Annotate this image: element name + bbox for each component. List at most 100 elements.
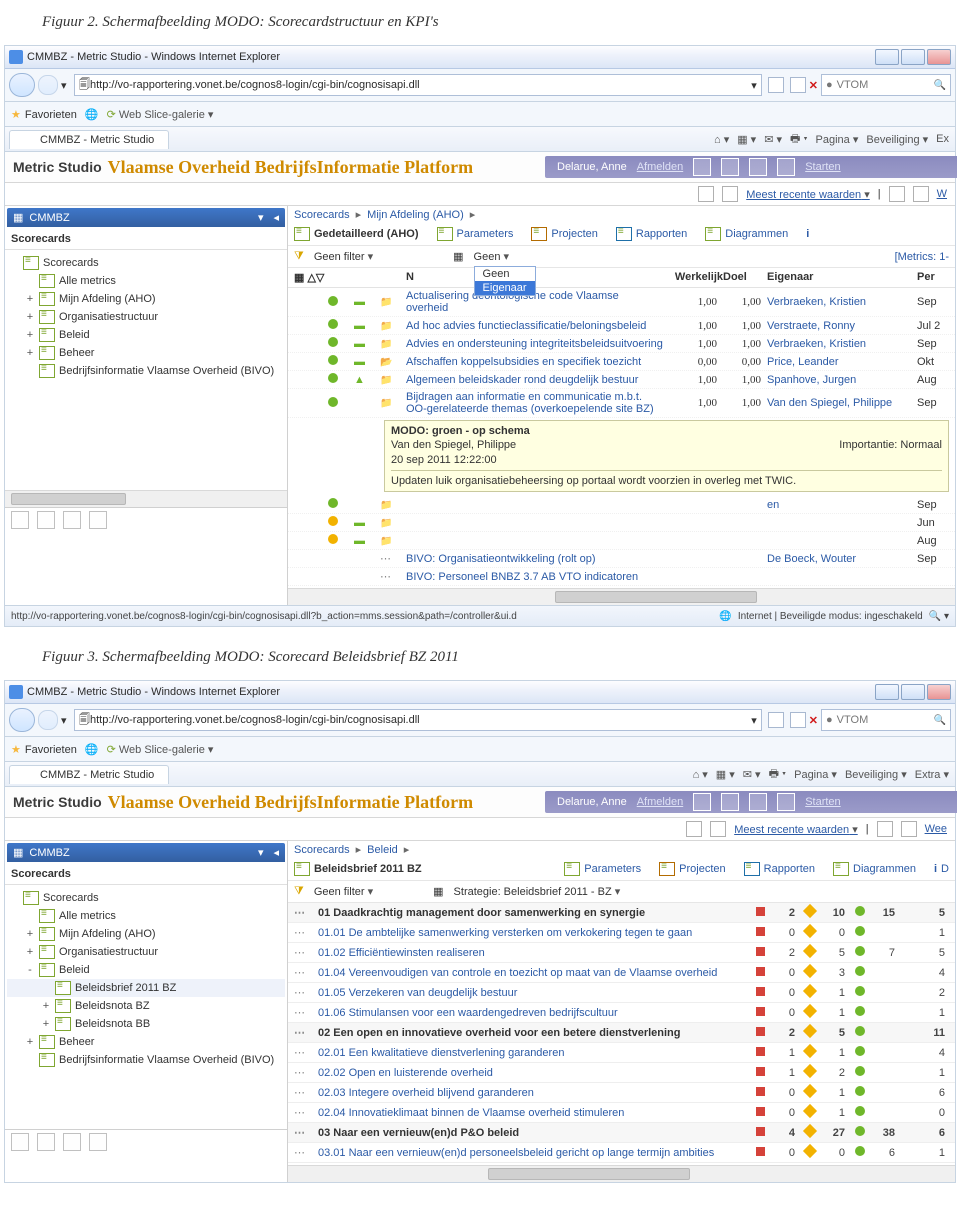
nav-forward-button[interactable] bbox=[38, 75, 58, 95]
metric-name[interactable]: Ad hoc advies functieclassificatie/belon… bbox=[406, 320, 663, 332]
print-button[interactable]: 🖶 bbox=[790, 130, 808, 149]
calendar-icon[interactable] bbox=[710, 821, 726, 837]
metric-owner[interactable]: Verbraeken, Kristien bbox=[767, 296, 917, 308]
recent-values-dropdown[interactable]: Meest recente waarden bbox=[734, 823, 858, 836]
nav-back-button[interactable] bbox=[9, 708, 35, 732]
tree-node[interactable]: Bedrijfsinformatie Vlaamse Overheid (BIV… bbox=[7, 362, 285, 380]
metric-owner[interactable]: De Boeck, Wouter bbox=[767, 553, 917, 565]
grid-h-scrollbar[interactable] bbox=[288, 588, 955, 605]
close-button[interactable] bbox=[927, 49, 951, 65]
page-menu[interactable]: Pagina bbox=[794, 768, 837, 781]
package-dropdown-icon[interactable] bbox=[258, 211, 264, 224]
tab-projecten[interactable]: Projecten bbox=[659, 862, 725, 876]
package-dropdown-icon[interactable] bbox=[258, 846, 264, 859]
tree-node[interactable]: +Beleid bbox=[7, 326, 285, 344]
tree-node[interactable]: +Organisatiestructuur bbox=[7, 308, 285, 326]
tree-node[interactable]: Scorecards bbox=[7, 254, 285, 272]
tab-diagrammen[interactable]: Diagrammen bbox=[833, 862, 916, 876]
metric-name[interactable]: Algemeen beleidskader rond deugdelijk be… bbox=[406, 374, 663, 386]
safety-menu[interactable]: Beveiliging bbox=[845, 768, 907, 781]
row-menu-icon[interactable] bbox=[294, 1146, 318, 1159]
web-slice-gallery[interactable]: Web Slice-galerie ▾ bbox=[107, 108, 214, 121]
logoff-link[interactable]: Afmelden bbox=[637, 161, 683, 173]
mail-button[interactable]: ✉ bbox=[743, 768, 761, 781]
search-box[interactable]: ● VTOM bbox=[821, 74, 951, 96]
dropdown-option-eigenaar[interactable]: Eigenaar bbox=[475, 281, 535, 295]
metric-row[interactable]: Actualisering deontologische code Vlaams… bbox=[288, 288, 955, 317]
export-icon[interactable] bbox=[901, 821, 917, 837]
scorecard-row[interactable]: 02.04 Innovatieklimaat binnen de Vlaamse… bbox=[288, 1103, 955, 1123]
tab-parameters[interactable]: Parameters bbox=[564, 862, 641, 876]
col-per[interactable]: Per bbox=[917, 271, 949, 284]
metric-row[interactable]: BIVO: Organisatieontwikkeling (rolt op) D… bbox=[288, 550, 955, 568]
col-doel[interactable]: Doel bbox=[723, 271, 767, 284]
strategy-dropdown[interactable]: Strategie: Beleidsbrief 2011 - BZ bbox=[454, 885, 621, 898]
crumb-afdeling[interactable]: Mijn Afdeling (AHO) bbox=[367, 209, 464, 221]
metric-owner[interactable]: Spanhove, Jurgen bbox=[767, 374, 917, 386]
start-link[interactable]: Starten bbox=[805, 161, 840, 173]
metric-name[interactable]: Advies en ondersteuning integriteitsbele… bbox=[406, 338, 663, 350]
extra-menu[interactable]: Extra bbox=[915, 768, 949, 781]
crumb-beleid[interactable]: Beleid bbox=[367, 844, 398, 856]
collapse-icon[interactable]: ◂ bbox=[273, 846, 279, 859]
row-name[interactable]: 02 Een open en innovatieve overheid voor… bbox=[318, 1027, 749, 1039]
metric-row[interactable]: Afschaffen koppelsubsidies en specifiek … bbox=[288, 353, 955, 371]
favorites-button[interactable]: Favorieten bbox=[11, 108, 77, 121]
row-menu-icon[interactable] bbox=[294, 1006, 318, 1019]
row-menu-icon[interactable] bbox=[294, 946, 318, 959]
home-icon[interactable] bbox=[721, 793, 739, 811]
grid-h-scrollbar[interactable] bbox=[288, 1165, 955, 1182]
row-name[interactable]: 01.01 De ambtelijke samenwerking verster… bbox=[318, 927, 749, 939]
tree-node[interactable]: +Beheer bbox=[7, 344, 285, 362]
row-menu-icon[interactable] bbox=[294, 1086, 318, 1099]
expand-icon[interactable]: + bbox=[25, 928, 35, 940]
col-eigenaar[interactable]: Eigenaar bbox=[767, 271, 917, 284]
metric-name[interactable]: BIVO: Organisatieontwikkeling (rolt op) bbox=[406, 553, 663, 565]
metric-name[interactable]: BIVO: Personeel BNBZ 3.7 AB VTO indicato… bbox=[406, 571, 663, 583]
maximize-button[interactable] bbox=[901, 684, 925, 700]
nav-forward-button[interactable] bbox=[38, 710, 58, 730]
row-name[interactable]: 01.02 Efficiëntiewinsten realiseren bbox=[318, 947, 749, 959]
tool-icon-3[interactable] bbox=[63, 511, 81, 529]
refresh-icon[interactable] bbox=[749, 793, 767, 811]
extra-menu-trunc[interactable]: Ex bbox=[936, 133, 949, 145]
tree-node[interactable]: +Beheer bbox=[7, 1033, 285, 1051]
expand-icon[interactable]: + bbox=[25, 347, 35, 359]
stop-icon[interactable]: ✕ bbox=[809, 79, 818, 92]
help-icon[interactable] bbox=[777, 158, 795, 176]
tool-icon-4[interactable] bbox=[89, 1133, 107, 1151]
metric-row[interactable]: Advies en ondersteuning integriteitsbele… bbox=[288, 335, 955, 353]
row-menu-icon[interactable] bbox=[294, 926, 318, 939]
search-icon[interactable] bbox=[693, 158, 711, 176]
mail-button[interactable]: ✉ bbox=[764, 133, 782, 146]
scorecard-row[interactable]: 02.01 Een kwalitatieve dienstverlening g… bbox=[288, 1043, 955, 1063]
tab-info[interactable]: iD bbox=[934, 863, 949, 875]
row-name[interactable]: 01.05 Verzekeren van deugdelijk bestuur bbox=[318, 987, 749, 999]
nav-history-dropdown[interactable]: ▾ bbox=[61, 79, 71, 92]
tree-node[interactable]: -Beleid bbox=[7, 961, 285, 979]
tree-node[interactable]: +Beleidsnota BZ bbox=[7, 997, 285, 1015]
help-icon[interactable] bbox=[777, 793, 795, 811]
refresh-icon[interactable] bbox=[790, 712, 806, 728]
view-link[interactable]: W bbox=[937, 188, 947, 200]
tool-icon-4[interactable] bbox=[89, 511, 107, 529]
tree-node[interactable]: Alle metrics bbox=[7, 272, 285, 290]
scorecard-section-row[interactable]: 03 Naar een vernieuw(en)d P&O beleid4273… bbox=[288, 1123, 955, 1143]
search-icon[interactable] bbox=[934, 79, 946, 91]
tree-node[interactable]: +Mijn Afdeling (AHO) bbox=[7, 290, 285, 308]
safety-menu[interactable]: Beveiliging bbox=[866, 133, 928, 146]
start-link[interactable]: Starten bbox=[805, 796, 840, 808]
row-name[interactable]: 01.04 Vereenvoudigen van controle en toe… bbox=[318, 967, 749, 979]
export-icon[interactable] bbox=[913, 186, 929, 202]
metric-row[interactable]: Aug bbox=[288, 532, 955, 550]
search-box[interactable]: ● VTOM bbox=[821, 709, 951, 731]
funnel-icon[interactable] bbox=[294, 885, 304, 898]
tool-icon-2[interactable] bbox=[37, 1133, 55, 1151]
row-name[interactable]: 01 Daadkrachtig management door samenwer… bbox=[318, 907, 749, 919]
crumb-scorecards[interactable]: Scorecards bbox=[294, 209, 350, 221]
dropdown-option-geen[interactable]: Geen bbox=[475, 267, 535, 281]
metric-owner[interactable]: en bbox=[767, 499, 917, 511]
browser-tab[interactable]: CMMBZ - Metric Studio bbox=[9, 765, 169, 784]
expand-icon[interactable]: + bbox=[25, 946, 35, 958]
scorecard-row[interactable]: 03.01 Naar een vernieuw(en)d personeelsb… bbox=[288, 1143, 955, 1163]
